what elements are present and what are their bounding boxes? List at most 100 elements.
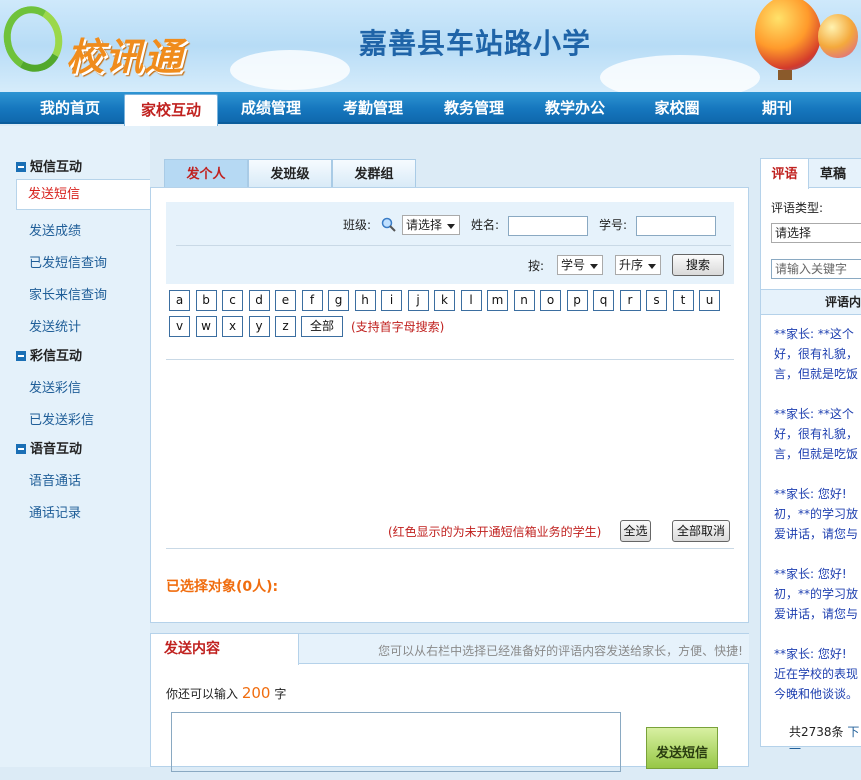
comment-line[interactable]: **家长: 您好!	[774, 644, 861, 664]
search-button[interactable]: 搜索	[672, 254, 724, 276]
deselect-all-button[interactable]: 全部取消	[672, 520, 730, 542]
comment-line[interactable]: 言，但就是吃饭	[774, 444, 861, 464]
logo-icon	[0, 0, 70, 79]
comment-type-select[interactable]: 请选择	[771, 223, 861, 243]
tab-group[interactable]: 发群组	[332, 159, 416, 188]
sidebar-item-parent-letters[interactable]: 家长来信查询	[29, 284, 107, 303]
class-select[interactable]: 请选择	[402, 215, 460, 235]
tab-class[interactable]: 发班级	[248, 159, 332, 188]
remaining-count: 200	[241, 684, 271, 702]
sidebar-item-send-stats[interactable]: 发送统计	[29, 316, 81, 335]
comment-line[interactable]: 爱讲话，请您与	[774, 604, 861, 624]
sort-order-select[interactable]: 升序	[615, 255, 661, 275]
letter-button[interactable]: o	[540, 290, 561, 311]
letter-button[interactable]: i	[381, 290, 402, 311]
nav-office[interactable]: 教学办公	[526, 92, 624, 124]
main-content: 发个人 发班级 发群组 班级: 请选择 姓名: 学号: 按: 学号 升序 搜索 …	[150, 150, 749, 623]
sidebar-group-voice[interactable]: 语音互动	[16, 438, 82, 457]
sidebar-item-send-mms[interactable]: 发送彩信	[29, 377, 81, 396]
letter-all-button[interactable]: 全部	[301, 316, 343, 337]
sidebar-group-mms[interactable]: 彩信互动	[16, 345, 82, 364]
nav-home-school[interactable]: 家校互动	[124, 94, 218, 126]
comment-line[interactable]: 近在学校的表现	[774, 664, 861, 684]
letter-button[interactable]: q	[593, 290, 614, 311]
comment-line[interactable]: **家长: **这个	[774, 324, 861, 344]
letter-button[interactable]: u	[699, 290, 720, 311]
letter-search-hint: (支持首字母搜索)	[351, 320, 445, 334]
comment-line[interactable]: 初，**的学习放	[774, 584, 861, 604]
select-all-button[interactable]: 全选	[620, 520, 651, 542]
class-select-value: 请选择	[406, 218, 443, 232]
recipient-panel: 班级: 请选择 姓名: 学号: 按: 学号 升序 搜索 全部 (支持首字母搜索)…	[150, 187, 749, 623]
sidebar-item-send-sms[interactable]: 发送短信	[16, 179, 150, 210]
letter-button[interactable]: j	[407, 290, 429, 311]
cloud-decoration	[230, 50, 350, 90]
search-icon[interactable]	[381, 217, 397, 233]
letter-button[interactable]: s	[646, 290, 667, 311]
collapse-icon	[16, 443, 26, 454]
name-input[interactable]	[508, 216, 588, 236]
divider	[166, 548, 734, 549]
comment-line[interactable]: 爱讲话，请您与	[774, 524, 861, 544]
tab-individual[interactable]: 发个人	[164, 159, 248, 188]
sidebar-item-send-grades[interactable]: 发送成绩	[29, 220, 81, 239]
tab-send-content[interactable]: 发送内容	[151, 634, 299, 665]
logo-text: 校讯通	[66, 35, 184, 79]
letter-button[interactable]: v	[169, 316, 190, 337]
comment-pager: 共2738条 下一	[789, 723, 861, 757]
letter-button[interactable]: c	[222, 290, 243, 311]
filter-box: 班级: 请选择 姓名: 学号: 按: 学号 升序 搜索	[166, 202, 734, 284]
sidebar-item-sent-mms[interactable]: 已发送彩信	[29, 409, 94, 428]
sidebar-group-label: 短信互动	[30, 160, 83, 175]
letter-button[interactable]: x	[222, 316, 243, 337]
collapse-icon	[16, 350, 26, 361]
letter-button[interactable]: m	[487, 290, 508, 311]
tab-drafts[interactable]: 草稿	[809, 159, 857, 188]
letter-button[interactable]: b	[195, 290, 217, 311]
cloud-decoration	[600, 55, 760, 92]
letter-button[interactable]: t	[672, 290, 694, 311]
letter-button[interactable]: g	[328, 290, 349, 311]
nav-grades[interactable]: 成绩管理	[222, 92, 320, 124]
nav-journal[interactable]: 期刊	[728, 92, 826, 124]
divider	[176, 245, 731, 246]
letter-button[interactable]: h	[354, 290, 376, 311]
comment-line[interactable]: **家长: 您好!	[774, 484, 861, 504]
message-textarea[interactable]	[171, 712, 621, 772]
tab-comments[interactable]: 评语	[761, 159, 809, 189]
comment-panel: 评语 草稿 评语类型: 请选择 请输入关键字 评语内 共2738条 下一 **家…	[760, 158, 861, 756]
letter-button[interactable]: d	[248, 290, 270, 311]
letter-button[interactable]: l	[460, 290, 482, 311]
sidebar-item-call-log[interactable]: 通话记录	[29, 502, 81, 521]
nav-circle[interactable]: 家校圈	[628, 92, 726, 124]
nav-home[interactable]: 我的首页	[20, 92, 120, 124]
sort-by-select[interactable]: 学号	[557, 255, 603, 275]
sidebar-item-sent-sms[interactable]: 已发短信查询	[29, 252, 107, 271]
letter-button[interactable]: f	[301, 290, 323, 311]
letter-button[interactable]: a	[169, 290, 190, 311]
comment-line[interactable]: 今晚和他谈谈。	[774, 684, 861, 704]
comment-line[interactable]: 初，**的学习放	[774, 504, 861, 524]
comment-line[interactable]: 好，很有礼貌，	[774, 344, 861, 364]
keyword-input[interactable]: 请输入关键字	[771, 259, 861, 279]
letter-button[interactable]: y	[248, 316, 270, 337]
letter-button[interactable]: r	[619, 290, 641, 311]
letter-button[interactable]: z	[275, 316, 296, 337]
letter-button[interactable]: n	[513, 290, 535, 311]
letter-button[interactable]: k	[434, 290, 455, 311]
comment-line[interactable]: 好，很有礼貌，	[774, 424, 861, 444]
student-id-input[interactable]	[636, 216, 716, 236]
nav-attendance[interactable]: 考勤管理	[324, 92, 422, 124]
sidebar-item-voice-call[interactable]: 语音通话	[29, 470, 81, 489]
name-label: 姓名:	[471, 218, 500, 232]
comment-line[interactable]: **家长: **这个	[774, 404, 861, 424]
letter-button[interactable]: w	[195, 316, 217, 337]
comment-line[interactable]: 言，但就是吃饭	[774, 364, 861, 384]
letter-button[interactable]: e	[275, 290, 296, 311]
chevron-down-icon	[590, 264, 598, 269]
nav-academic[interactable]: 教务管理	[424, 92, 524, 124]
comment-line[interactable]: **家长: 您好!	[774, 564, 861, 584]
send-sms-button[interactable]: 发送短信	[646, 727, 718, 769]
letter-button[interactable]: p	[566, 290, 588, 311]
sidebar-group-sms[interactable]: 短信互动	[16, 156, 82, 175]
